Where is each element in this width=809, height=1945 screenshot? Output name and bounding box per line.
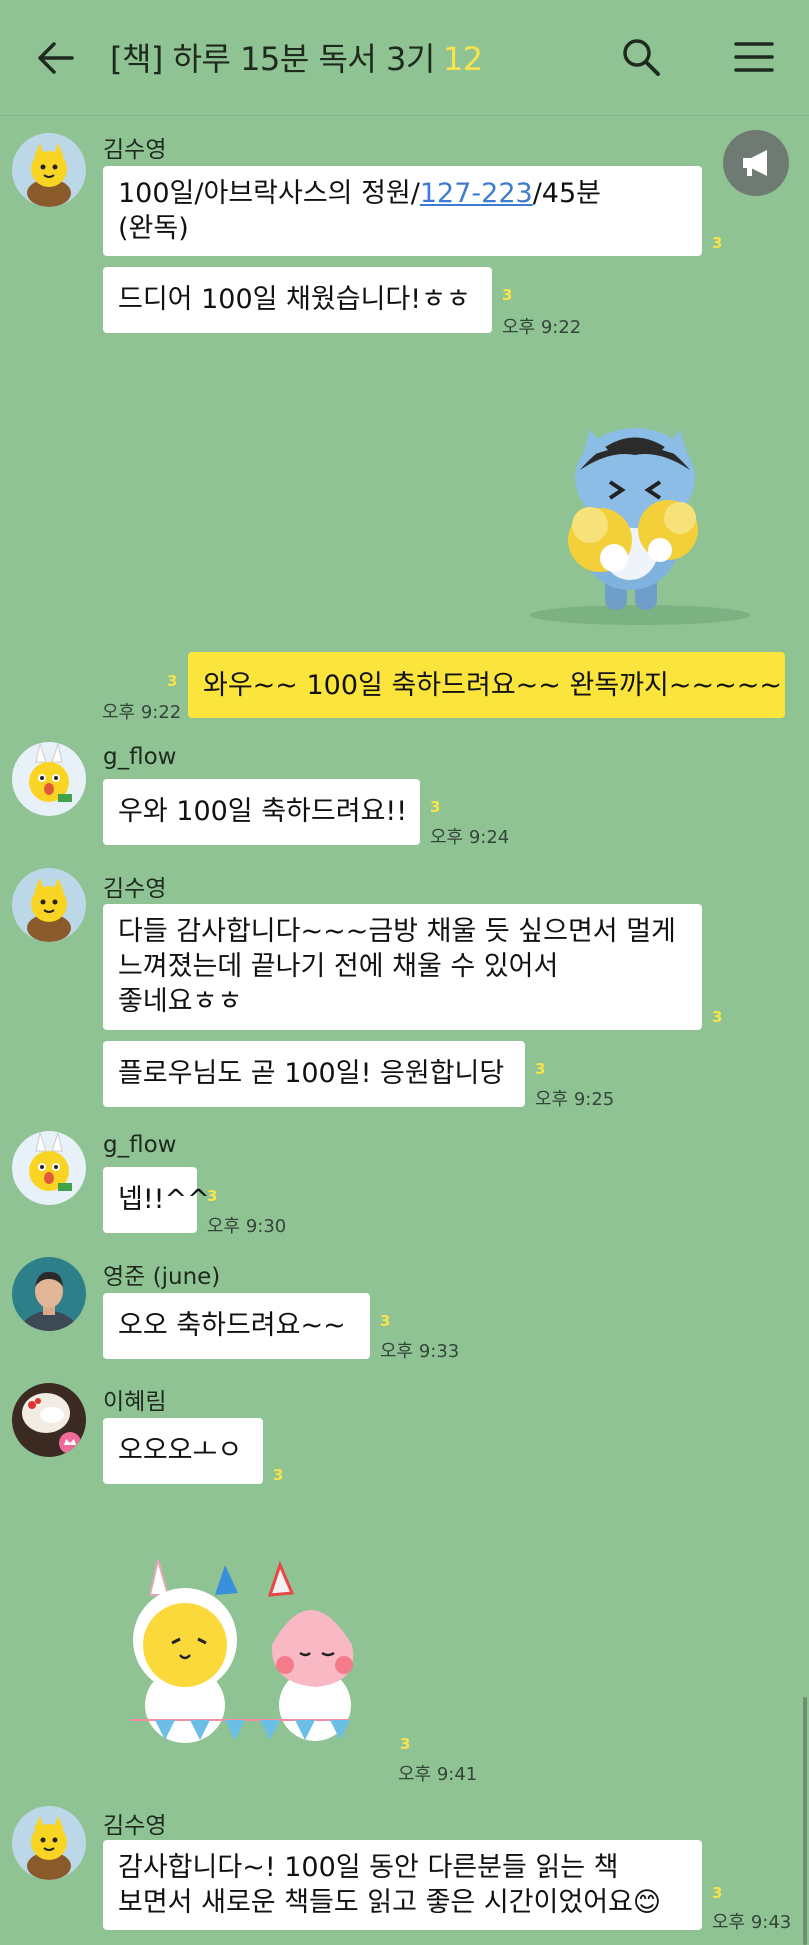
message-line: (완독) — [118, 213, 189, 244]
unread-count: 3 — [712, 234, 723, 252]
search-icon[interactable] — [620, 36, 662, 78]
message-line: 다들 감사합니다~~~금방 채울 듯 싶으면서 멀게 — [118, 916, 676, 947]
sender-name: 김수영 — [103, 137, 167, 163]
notice-button[interactable] — [723, 130, 789, 196]
unread-count: 3 — [535, 1060, 546, 1078]
message-line: 좋네요ㅎㅎ — [118, 986, 243, 1017]
unread-count: 3 — [430, 798, 441, 816]
avatar-gflow[interactable] — [12, 742, 86, 816]
message-time: 오후 9:43 — [712, 1912, 792, 1933]
profile-photo-icon — [12, 1257, 86, 1331]
unread-count: 3 — [207, 1187, 218, 1205]
message-line: 보면서 새로운 책들도 읽고 좋은 시간이었어요😊 — [118, 1887, 662, 1918]
scrollbar-thumb[interactable] — [803, 1697, 807, 1945]
muzi-avatar-icon — [12, 742, 86, 816]
avatar-kimsuyoung[interactable] — [12, 868, 86, 942]
unread-count: 3 — [400, 1735, 411, 1753]
sender-name: 김수영 — [103, 1813, 167, 1839]
message-bubble[interactable]: 100일/아브락사스의 정원/127-223/45분 (완독) — [103, 166, 702, 256]
unread-count: 3 — [167, 672, 178, 690]
message-text: 드디어 100일 채웠습니다!ㅎㅎ — [118, 284, 471, 315]
profile-photo-icon — [12, 1383, 86, 1457]
muzi-avatar-icon — [12, 133, 86, 207]
muzi-avatar-icon — [12, 868, 86, 942]
message-line: 느껴졌는데 끝나기 전에 채울 수 있어서 — [118, 951, 559, 982]
muzi-avatar-icon — [12, 1806, 86, 1880]
message-bubble[interactable]: 드디어 100일 채웠습니다!ㅎㅎ — [103, 267, 492, 333]
message-bubble[interactable]: 오오오ㅗㅇ — [103, 1418, 263, 1484]
avatar-gflow[interactable] — [12, 1131, 86, 1205]
message-text: 플로우님도 곧 100일! 응원합니당 — [118, 1058, 505, 1089]
unread-count: 3 — [380, 1312, 391, 1330]
sender-name: g_flow — [103, 744, 177, 770]
unread-count: 3 — [502, 286, 513, 304]
message-bubble[interactable]: 오오 축하드려요~~ — [103, 1293, 370, 1359]
message-time: 오후 9:41 — [398, 1764, 478, 1785]
message-time: 오후 9:22 — [102, 702, 182, 723]
back-arrow-icon[interactable] — [36, 38, 76, 78]
message-bubble[interactable]: 다들 감사합니다~~~금방 채울 듯 싶으면서 멀게 느껴졌는데 끝나기 전에 … — [103, 904, 702, 1030]
member-count: 12 — [442, 40, 483, 78]
message-time: 오후 9:24 — [430, 827, 510, 848]
message-line: 100일/아브락사스의 정원/127-223/45분 — [118, 176, 687, 211]
sender-name: g_flow — [103, 1132, 177, 1158]
room-name: [책] 하루 15분 독서 3기 — [110, 40, 435, 78]
avatar-leehyerim[interactable] — [12, 1383, 86, 1457]
chat-room-title: [책] 하루 15분 독서 3기 12 — [110, 34, 483, 80]
message-bubble[interactable]: 우와 100일 축하드려요!! — [103, 779, 420, 845]
message-text: 오오 축하드려요~~ — [118, 1310, 346, 1341]
unread-count: 3 — [712, 1884, 723, 1902]
avatar-kimsuyoung[interactable] — [12, 133, 86, 207]
message-bubble[interactable]: 감사합니다~! 100일 동안 다른분들 읽는 책 보면서 새로운 책들도 읽고… — [103, 1840, 702, 1930]
unread-count: 3 — [712, 1008, 723, 1026]
message-text: 100일/아브락사스의 정원/ — [118, 178, 420, 209]
message-bubble[interactable]: 넵!!^^ — [103, 1167, 210, 1233]
menu-icon[interactable] — [734, 40, 774, 74]
message-time: 오후 9:25 — [535, 1089, 615, 1110]
message-text: 와우~~ 100일 축하드려요~~ 완독까지~~~~~ — [203, 670, 782, 701]
megaphone-icon — [743, 150, 767, 176]
message-text: /45분 — [532, 178, 601, 209]
sender-name: 김수영 — [103, 876, 167, 902]
message-bubble[interactable]: 플로우님도 곧 100일! 응원합니당 — [103, 1041, 525, 1107]
message-line: 감사합니다~! 100일 동안 다른분들 읽는 책 — [118, 1852, 619, 1883]
chat-header: [책] 하루 15분 독서 3기 12 — [0, 0, 809, 116]
message-text: 우와 100일 축하드려요!! — [118, 796, 408, 827]
avatar-june[interactable] — [12, 1257, 86, 1331]
avatar-kimsuyoung[interactable] — [12, 1806, 86, 1880]
unread-count: 3 — [273, 1466, 284, 1484]
message-time: 오후 9:30 — [207, 1216, 287, 1237]
message-time: 오후 9:22 — [502, 317, 582, 338]
message-text: 넵!!^^ — [118, 1184, 210, 1215]
my-message-bubble[interactable]: 와우~~ 100일 축하드려요~~ 완독까지~~~~~ — [188, 652, 785, 718]
message-time: 오후 9:33 — [380, 1341, 460, 1362]
message-text: 오오오ㅗㅇ — [118, 1435, 243, 1466]
sender-name: 영준 (june) — [103, 1264, 221, 1290]
page-range-link[interactable]: 127-223 — [420, 178, 533, 209]
ryan-cheering-sticker[interactable] — [510, 410, 770, 630]
muzi-avatar-icon — [12, 1131, 86, 1205]
happy-friends-sticker[interactable] — [120, 1555, 380, 1755]
sender-name: 이혜림 — [103, 1389, 167, 1415]
